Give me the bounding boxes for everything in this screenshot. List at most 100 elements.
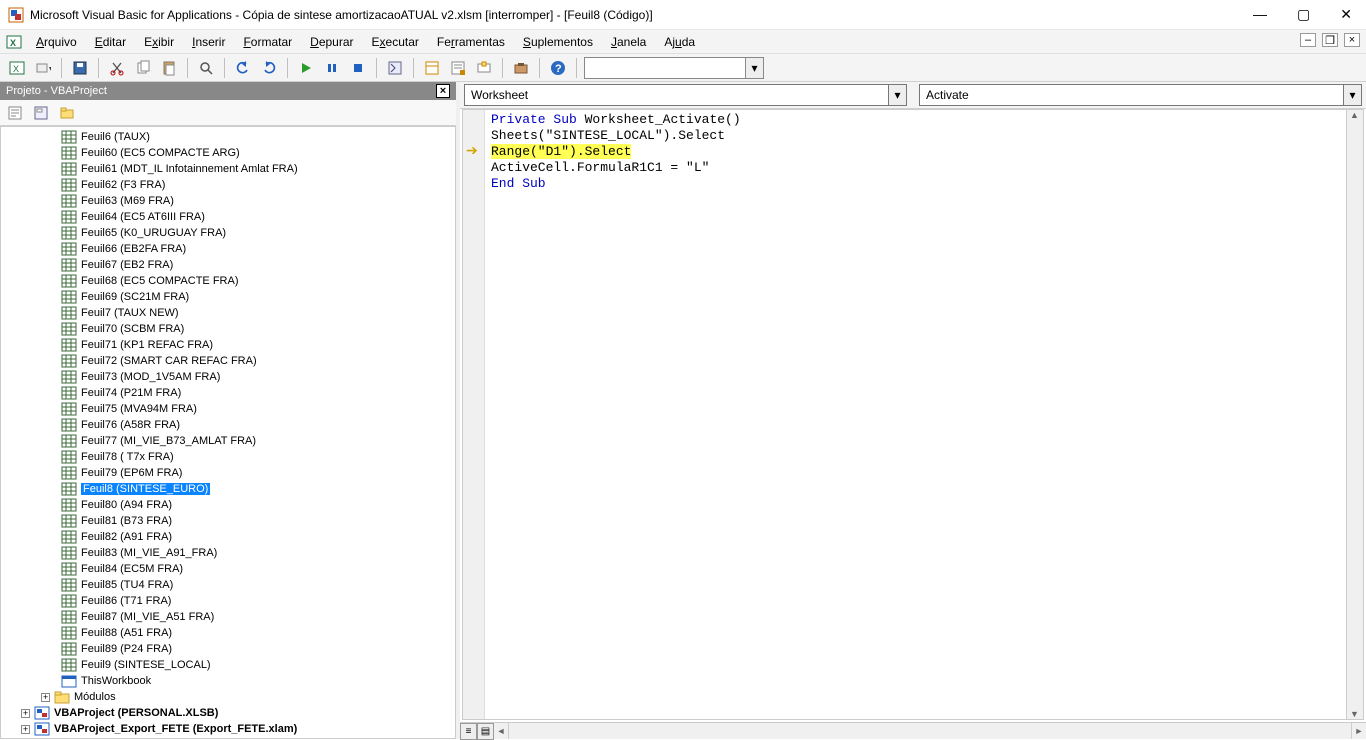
save-button[interactable] bbox=[69, 57, 91, 79]
tree-item-sheet[interactable]: Feuil87 (MI_VIE_A51 FRA) bbox=[3, 609, 453, 625]
reset-button[interactable] bbox=[347, 57, 369, 79]
object-browser-button[interactable] bbox=[473, 57, 495, 79]
expand-icon[interactable]: + bbox=[21, 709, 30, 718]
menu-executar[interactable]: Executar bbox=[364, 33, 427, 51]
tree-item-sheet[interactable]: Feuil76 (A58R FRA) bbox=[3, 417, 453, 433]
worksheet-icon bbox=[61, 290, 77, 304]
maximize-button[interactable]: ▢ bbox=[1291, 6, 1316, 23]
full-module-view-button[interactable]: ▤ bbox=[477, 723, 494, 740]
project-panel-close-button[interactable]: × bbox=[436, 84, 450, 98]
tree-item-sheet[interactable]: Feuil72 (SMART CAR REFAC FRA) bbox=[3, 353, 453, 369]
procedure-view-button[interactable]: ≡ bbox=[460, 723, 477, 740]
undo-button[interactable] bbox=[232, 57, 254, 79]
menu-arquivo[interactable]: Arquivo bbox=[28, 33, 85, 51]
tree-item-sheet[interactable]: Feuil83 (MI_VIE_A91_FRA) bbox=[3, 545, 453, 561]
mdi-minimize-button[interactable]: – bbox=[1300, 33, 1316, 47]
break-button[interactable] bbox=[321, 57, 343, 79]
menu-depurar[interactable]: Depurar bbox=[302, 33, 361, 51]
tree-item-sheet[interactable]: Feuil89 (P24 FRA) bbox=[3, 641, 453, 657]
code-editor[interactable]: ➔ Private Sub Worksheet_Activate() Sheet… bbox=[462, 109, 1364, 720]
tree-item-sheet[interactable]: Feuil75 (MVA94M FRA) bbox=[3, 401, 453, 417]
project-tree[interactable]: Feuil6 (TAUX)Feuil60 (EC5 COMPACTE ARG)F… bbox=[0, 126, 456, 739]
tree-item-project[interactable]: +VBAProject (PERSONAL.XLSB) bbox=[3, 705, 453, 721]
close-button[interactable]: ✕ bbox=[1334, 6, 1358, 23]
minimize-button[interactable]: — bbox=[1247, 6, 1273, 23]
tree-item-label: Feuil81 (B73 FRA) bbox=[81, 515, 172, 527]
cut-button[interactable] bbox=[106, 57, 128, 79]
toggle-folders-button[interactable] bbox=[56, 102, 78, 124]
tree-item-sheet[interactable]: Feuil69 (SC21M FRA) bbox=[3, 289, 453, 305]
tree-item-sheet[interactable]: ThisWorkbook bbox=[3, 673, 453, 689]
view-code-button[interactable] bbox=[4, 102, 26, 124]
worksheet-icon bbox=[61, 210, 77, 224]
tree-item-sheet[interactable]: Feuil63 (M69 FRA) bbox=[3, 193, 453, 209]
design-mode-button[interactable] bbox=[384, 57, 406, 79]
tree-item-sheet[interactable]: Feuil81 (B73 FRA) bbox=[3, 513, 453, 529]
tree-item-sheet[interactable]: Feuil73 (MOD_1V5AM FRA) bbox=[3, 369, 453, 385]
paste-button[interactable] bbox=[158, 57, 180, 79]
tree-item-label: Feuil65 (K0_URUGUAY FRA) bbox=[81, 227, 226, 239]
tree-item-sheet[interactable]: Feuil85 (TU4 FRA) bbox=[3, 577, 453, 593]
menu-ajuda[interactable]: Ajuda bbox=[656, 33, 703, 51]
tree-item-sheet[interactable]: Feuil78 ( T7x FRA) bbox=[3, 449, 453, 465]
code-text[interactable]: Private Sub Worksheet_Activate() Sheets(… bbox=[485, 110, 1346, 719]
tree-item-sheet[interactable]: Feuil84 (EC5M FRA) bbox=[3, 561, 453, 577]
tree-item-sheet[interactable]: Feuil7 (TAUX NEW) bbox=[3, 305, 453, 321]
expand-icon[interactable]: + bbox=[41, 693, 50, 702]
scroll-right-button[interactable]: ► bbox=[1352, 726, 1366, 736]
run-button[interactable] bbox=[295, 57, 317, 79]
expand-icon[interactable]: + bbox=[21, 725, 30, 734]
tree-item-sheet[interactable]: Feuil88 (A51 FRA) bbox=[3, 625, 453, 641]
project-explorer-button[interactable] bbox=[421, 57, 443, 79]
tree-item-sheet[interactable]: Feuil9 (SINTESE_LOCAL) bbox=[3, 657, 453, 673]
tree-item-sheet[interactable]: Feuil6 (TAUX) bbox=[3, 129, 453, 145]
find-button[interactable] bbox=[195, 57, 217, 79]
menu-inserir[interactable]: Inserir bbox=[184, 33, 233, 51]
tree-item-sheet[interactable]: Feuil70 (SCBM FRA) bbox=[3, 321, 453, 337]
tree-item-sheet[interactable]: Feuil86 (T71 FRA) bbox=[3, 593, 453, 609]
insert-dropdown-button[interactable] bbox=[32, 57, 54, 79]
excel-icon[interactable]: X bbox=[6, 34, 22, 50]
line-column-combo[interactable]: ▾ bbox=[584, 57, 764, 79]
tree-item-sheet[interactable]: Feuil71 (KP1 REFAC FRA) bbox=[3, 337, 453, 353]
scroll-left-button[interactable]: ◄ bbox=[494, 726, 508, 736]
procedure-combo[interactable]: Activate ▾ bbox=[919, 84, 1362, 106]
help-button[interactable]: ? bbox=[547, 57, 569, 79]
mdi-restore-button[interactable]: ❐ bbox=[1322, 33, 1338, 47]
menu-janela[interactable]: Janela bbox=[603, 33, 654, 51]
properties-button[interactable] bbox=[447, 57, 469, 79]
tree-item-sheet[interactable]: Feuil67 (EB2 FRA) bbox=[3, 257, 453, 273]
vertical-scrollbar[interactable] bbox=[1346, 110, 1363, 719]
mdi-close-button[interactable]: × bbox=[1344, 33, 1360, 47]
tree-item-sheet[interactable]: Feuil80 (A94 FRA) bbox=[3, 497, 453, 513]
tree-item-sheet[interactable]: Feuil64 (EC5 AT6III FRA) bbox=[3, 209, 453, 225]
view-object-button[interactable] bbox=[30, 102, 52, 124]
redo-button[interactable] bbox=[258, 57, 280, 79]
tree-item-label: Feuil70 (SCBM FRA) bbox=[81, 323, 184, 335]
tree-item-sheet[interactable]: Feuil62 (F3 FRA) bbox=[3, 177, 453, 193]
tree-item-sheet[interactable]: Feuil66 (EB2FA FRA) bbox=[3, 241, 453, 257]
menu-formatar[interactable]: Formatar bbox=[235, 33, 300, 51]
tree-item-sheet[interactable]: Feuil61 (MDT_IL Infotainnement Amlat FRA… bbox=[3, 161, 453, 177]
tree-item-sheet[interactable]: Feuil74 (P21M FRA) bbox=[3, 385, 453, 401]
menu-ferramentas[interactable]: Ferramentas bbox=[429, 33, 513, 51]
tree-item-sheet[interactable]: Feuil77 (MI_VIE_B73_AMLAT FRA) bbox=[3, 433, 453, 449]
tree-item-sheet[interactable]: Feuil65 (K0_URUGUAY FRA) bbox=[3, 225, 453, 241]
tree-item-sheet[interactable]: Feuil68 (EC5 COMPACTE FRA) bbox=[3, 273, 453, 289]
copy-button[interactable] bbox=[132, 57, 154, 79]
tree-item-sheet[interactable]: Feuil8 (SINTESE_EURO) bbox=[3, 481, 453, 497]
tree-item-sheet[interactable]: Feuil79 (EP6M FRA) bbox=[3, 465, 453, 481]
tree-item-sheet[interactable]: Feuil82 (A91 FRA) bbox=[3, 529, 453, 545]
tree-item-label: Feuil84 (EC5M FRA) bbox=[81, 563, 183, 575]
tree-item-project[interactable]: +VBAProject_Export_FETE (Export_FETE.xla… bbox=[3, 721, 453, 737]
object-combo[interactable]: Worksheet ▾ bbox=[464, 84, 907, 106]
toolbox-button[interactable] bbox=[510, 57, 532, 79]
horizontal-scrollbar[interactable] bbox=[508, 723, 1352, 739]
tree-item-folder[interactable]: +Módulos bbox=[3, 689, 453, 705]
menu-editar[interactable]: Editar bbox=[87, 33, 134, 51]
tree-item-label: Feuil71 (KP1 REFAC FRA) bbox=[81, 339, 213, 351]
view-excel-button[interactable]: X bbox=[6, 57, 28, 79]
tree-item-sheet[interactable]: Feuil60 (EC5 COMPACTE ARG) bbox=[3, 145, 453, 161]
menu-suplementos[interactable]: Suplementos bbox=[515, 33, 601, 51]
menu-exibir[interactable]: Exibir bbox=[136, 33, 182, 51]
